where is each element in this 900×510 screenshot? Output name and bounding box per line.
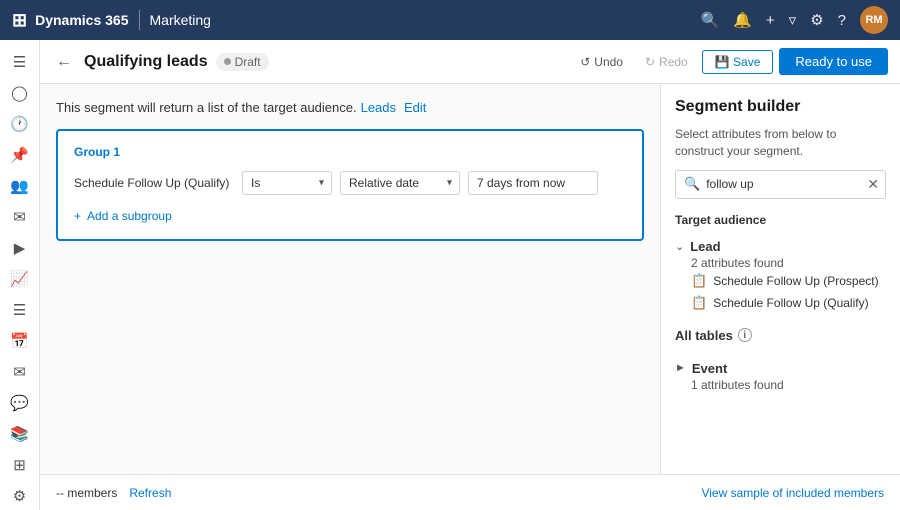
date-type-select[interactable]: Relative date Exact date bbox=[340, 171, 460, 195]
all-tables-row: All tables i bbox=[675, 324, 886, 347]
lead-chevron-icon: ⌄ bbox=[675, 240, 684, 253]
sidebar-play-icon[interactable]: ▶ bbox=[2, 234, 38, 261]
segment-editor: This segment will return a list of the t… bbox=[40, 84, 660, 474]
subheader: ← Qualifying leads Draft ↺ Undo ↻ Redo 💾… bbox=[40, 40, 900, 84]
sidebar-chart-icon[interactable]: 📈 bbox=[2, 265, 38, 292]
bell-icon[interactable]: 🔔 bbox=[733, 11, 752, 29]
leads-link[interactable]: Leads bbox=[361, 100, 396, 115]
view-sample-link[interactable]: View sample of included members bbox=[701, 486, 884, 500]
status-label: Draft bbox=[235, 55, 261, 69]
save-icon: 💾 bbox=[715, 55, 730, 69]
header-actions: ↺ Undo ↻ Redo 💾 Save Ready to use bbox=[572, 48, 888, 75]
bottom-bar: -- members Refresh View sample of includ… bbox=[40, 474, 900, 510]
event-category: ► Event 1 attributes found bbox=[675, 359, 886, 392]
target-audience-label: Target audience bbox=[675, 213, 886, 227]
filter-icon[interactable]: ▿ bbox=[789, 11, 797, 29]
undo-icon: ↺ bbox=[580, 55, 590, 69]
builder-title: Segment builder bbox=[675, 98, 886, 116]
group-label: Group 1 bbox=[74, 145, 626, 159]
segment-info-text: This segment will return a list of the t… bbox=[56, 100, 357, 115]
nav-icons: 🔍 🔔 + ▿ ⚙ ? RM bbox=[701, 6, 888, 34]
sidebar-email-icon[interactable]: ✉ bbox=[2, 203, 38, 230]
attribute-label-qualify: Schedule Follow Up (Qualify) bbox=[713, 296, 868, 310]
lead-count: 2 attributes found bbox=[675, 256, 886, 270]
condition-row: Schedule Follow Up (Qualify) Is Is not R… bbox=[74, 171, 626, 195]
main-panel: ← Qualifying leads Draft ↺ Undo ↻ Redo 💾… bbox=[40, 40, 900, 510]
operator-select[interactable]: Is Is not bbox=[242, 171, 332, 195]
refresh-link[interactable]: Refresh bbox=[129, 486, 171, 500]
event-count: 1 attributes found bbox=[675, 378, 886, 392]
attribute-icon: 📋 bbox=[691, 273, 707, 289]
sidebar-list-icon[interactable]: ☰ bbox=[2, 297, 38, 324]
sidebar-mail-icon[interactable]: ✉ bbox=[2, 359, 38, 386]
lead-category-row[interactable]: ⌄ Lead bbox=[675, 237, 886, 256]
event-chevron-icon: ► bbox=[675, 362, 686, 374]
content-area: This segment will return a list of the t… bbox=[40, 84, 900, 474]
search-icon[interactable]: 🔍 bbox=[701, 11, 720, 29]
attribute-item-prospect[interactable]: 📋 Schedule Follow Up (Prospect) bbox=[675, 270, 886, 292]
segment-info: This segment will return a list of the t… bbox=[56, 100, 644, 115]
redo-icon: ↻ bbox=[645, 55, 655, 69]
attribute-icon: 📋 bbox=[691, 295, 707, 311]
operator-select-wrapper: Is Is not bbox=[242, 171, 332, 195]
sidebar-grid-icon[interactable]: ⊞ bbox=[2, 452, 38, 479]
help-icon[interactable]: ? bbox=[838, 12, 846, 29]
search-clear-icon[interactable]: ✕ bbox=[867, 176, 879, 193]
event-category-name: Event bbox=[692, 361, 727, 376]
event-category-row[interactable]: ► Event bbox=[675, 359, 886, 378]
plus-icon[interactable]: + bbox=[766, 12, 775, 29]
lead-category: ⌄ Lead 2 attributes found 📋 Schedule Fol… bbox=[675, 237, 886, 314]
edit-link[interactable]: Edit bbox=[404, 100, 426, 115]
main-layout: ☰ ◯ 🕐 📌 👥 ✉ ▶ 📈 ☰ 📅 ✉ 💬 📚 ⊞ ⚙ ← Qualifyi… bbox=[0, 40, 900, 510]
condition-value: 7 days from now bbox=[468, 171, 598, 195]
condition-value-text: 7 days from now bbox=[477, 176, 565, 190]
sidebar-chat-icon[interactable]: 💬 bbox=[2, 390, 38, 417]
brand-name: Dynamics 365 bbox=[35, 12, 128, 28]
top-navigation: ⊞ Dynamics 365 Marketing 🔍 🔔 + ▿ ⚙ ? RM bbox=[0, 0, 900, 40]
attribute-label-prospect: Schedule Follow Up (Prospect) bbox=[713, 274, 878, 288]
module-name: Marketing bbox=[150, 12, 211, 28]
page-title: Qualifying leads bbox=[84, 53, 208, 71]
undo-button[interactable]: ↺ Undo bbox=[572, 51, 631, 73]
segment-builder-panel: Segment builder Select attributes from b… bbox=[660, 84, 900, 474]
back-button[interactable]: ← bbox=[52, 49, 76, 75]
brand-logo: ⊞ Dynamics 365 bbox=[12, 10, 129, 31]
group-box: Group 1 Schedule Follow Up (Qualify) Is … bbox=[56, 129, 644, 241]
sidebar-book-icon[interactable]: 📚 bbox=[2, 421, 38, 448]
ready-to-use-button[interactable]: Ready to use bbox=[779, 48, 888, 75]
sidebar-settings-icon[interactable]: ⚙ bbox=[2, 483, 38, 510]
sidebar-recent-icon[interactable]: 🕐 bbox=[2, 110, 38, 137]
date-type-select-wrapper: Relative date Exact date bbox=[340, 171, 460, 195]
sidebar-hamburger-icon[interactable]: ☰ bbox=[2, 48, 38, 75]
sidebar-home-icon[interactable]: ◯ bbox=[2, 79, 38, 106]
members-label: -- members bbox=[56, 486, 117, 500]
search-icon: 🔍 bbox=[684, 176, 700, 192]
status-dot bbox=[224, 58, 231, 65]
status-badge: Draft bbox=[216, 53, 269, 71]
save-button[interactable]: 💾 Save bbox=[702, 50, 774, 74]
search-input[interactable] bbox=[706, 177, 861, 191]
sidebar-pin-icon[interactable]: 📌 bbox=[2, 141, 38, 168]
left-sidebar: ☰ ◯ 🕐 📌 👥 ✉ ▶ 📈 ☰ 📅 ✉ 💬 📚 ⊞ ⚙ bbox=[0, 40, 40, 510]
attribute-item-qualify[interactable]: 📋 Schedule Follow Up (Qualify) bbox=[675, 292, 886, 314]
builder-subtitle: Select attributes from below to construc… bbox=[675, 126, 886, 160]
info-icon[interactable]: i bbox=[738, 328, 752, 342]
lead-category-name: Lead bbox=[690, 239, 720, 254]
sidebar-people-icon[interactable]: 👥 bbox=[2, 172, 38, 199]
plus-icon: + bbox=[74, 209, 81, 223]
nav-divider bbox=[139, 10, 140, 30]
all-tables-label: All tables bbox=[675, 328, 733, 343]
redo-button[interactable]: ↻ Redo bbox=[637, 51, 696, 73]
user-avatar[interactable]: RM bbox=[860, 6, 888, 34]
search-box: 🔍 ✕ bbox=[675, 170, 886, 199]
sidebar-calendar-icon[interactable]: 📅 bbox=[2, 328, 38, 355]
gear-icon[interactable]: ⚙ bbox=[810, 11, 823, 29]
condition-attribute: Schedule Follow Up (Qualify) bbox=[74, 176, 234, 190]
add-subgroup-button[interactable]: + Add a subgroup bbox=[74, 207, 172, 225]
